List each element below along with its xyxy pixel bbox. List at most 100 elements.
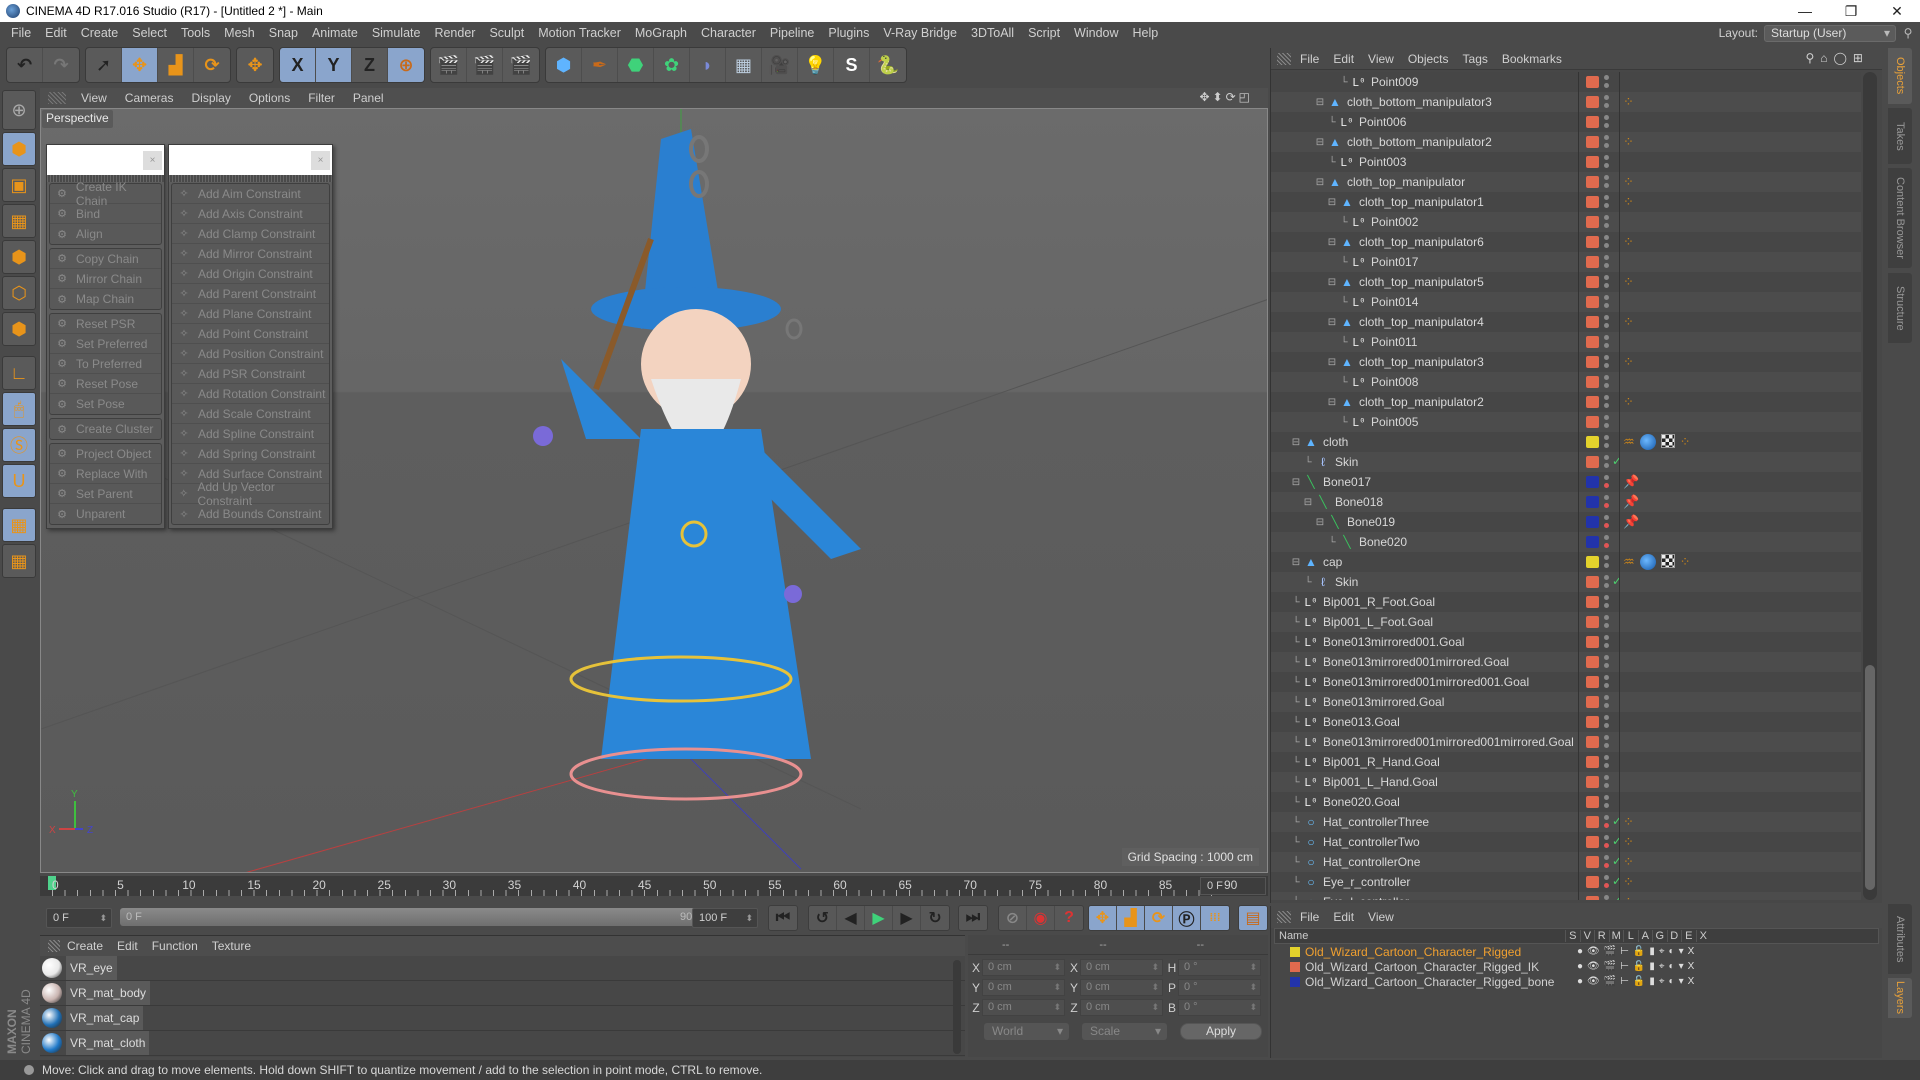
- menu-item-add-psr-constraint[interactable]: ✧ Add PSR Constraint: [172, 364, 329, 384]
- record-active-icon[interactable]: ◉: [1027, 906, 1055, 930]
- visible-icon[interactable]: 👁: [1587, 946, 1600, 957]
- ik-tag-icon[interactable]: ⁘: [1623, 234, 1634, 250]
- object-row[interactable]: └ L⁰ Point003: [1271, 152, 1861, 172]
- render-picture-viewer-icon[interactable]: 🎬: [467, 48, 503, 82]
- close-icon[interactable]: ×: [143, 151, 162, 170]
- size-y-field[interactable]: 0 cm: [1080, 979, 1163, 996]
- menu-mograph[interactable]: MoGraph: [628, 26, 694, 40]
- viewport-menu-filter[interactable]: Filter: [299, 91, 344, 105]
- workplane-icon[interactable]: ▦: [2, 204, 36, 238]
- layer-color-swatch[interactable]: [1586, 656, 1599, 668]
- floor-icon[interactable]: ▦: [726, 48, 762, 82]
- collapse-icon[interactable]: ⊟: [1327, 317, 1337, 328]
- uvw-tag-icon[interactable]: [1660, 554, 1675, 568]
- enabled-check-icon[interactable]: ✓: [1612, 874, 1622, 888]
- minimize-icon[interactable]: —: [1782, 0, 1828, 22]
- menu-mesh[interactable]: Mesh: [217, 26, 262, 40]
- pen-spline-icon[interactable]: ✒: [582, 48, 618, 82]
- object-row[interactable]: └ L⁰ Bone013mirrored.Goal: [1271, 692, 1861, 712]
- layer-color-swatch[interactable]: [1586, 876, 1599, 888]
- layer-color-swatch[interactable]: [1586, 136, 1599, 148]
- object-row[interactable]: └○ Eye_l_controller ✓⁘: [1271, 892, 1861, 900]
- menu-item-align[interactable]: ⚙ Align: [50, 224, 161, 244]
- menu-file[interactable]: File: [4, 26, 38, 40]
- palette-header[interactable]: ×: [47, 145, 164, 175]
- layer-color-swatch[interactable]: [1586, 796, 1599, 808]
- object-row[interactable]: └ ℓ Skin ✓: [1271, 452, 1861, 472]
- menu-item-replace-with[interactable]: ⚙ Replace With: [50, 464, 161, 484]
- menu-item-set-parent[interactable]: ⚙ Set Parent: [50, 484, 161, 504]
- menu-item-add-axis-constraint[interactable]: ✧ Add Axis Constraint: [172, 204, 329, 224]
- key-pla-icon[interactable]: ⁞⁞⁞: [1201, 906, 1229, 930]
- xref-icon[interactable]: X: [1688, 976, 1695, 987]
- object-row[interactable]: ⊟ ╲ Bone018 📌: [1271, 492, 1861, 512]
- model-mode-icon[interactable]: ⬢: [2, 132, 36, 166]
- expressions-icon[interactable]: ▾: [1679, 976, 1684, 987]
- layer-color-swatch[interactable]: [1586, 856, 1599, 868]
- ik-pin-tag-icon[interactable]: 📌: [1623, 474, 1639, 490]
- collapse-icon[interactable]: ⊟: [1315, 517, 1325, 528]
- material-item[interactable]: VR_mat_cloth: [40, 1031, 965, 1056]
- menu-item-copy-chain[interactable]: ⚙ Copy Chain: [50, 249, 161, 269]
- size-x-field[interactable]: 0 cm: [1080, 959, 1163, 976]
- size-z-field[interactable]: 0 cm: [1080, 999, 1163, 1016]
- render-icon[interactable]: 🎬: [1604, 946, 1616, 957]
- ik-pin-tag-icon[interactable]: 📌: [1623, 514, 1639, 530]
- visibility-toggle[interactable]: [1604, 195, 1609, 209]
- viewport-nav-controls[interactable]: ✥⬍⟳◰: [1190, 90, 1262, 104]
- layer-color-swatch[interactable]: [1586, 76, 1599, 88]
- material-menu-function[interactable]: Function: [145, 939, 205, 953]
- key-parameter-icon[interactable]: Ⓟ: [1173, 906, 1201, 930]
- collapse-icon[interactable]: ⊟: [1327, 197, 1337, 208]
- ik-tag-icon[interactable]: ⁘: [1623, 394, 1634, 410]
- collapse-icon[interactable]: ⊟: [1291, 437, 1301, 448]
- menu-item-add-mirror-constraint[interactable]: ✧ Add Mirror Constraint: [172, 244, 329, 264]
- visibility-toggle[interactable]: [1604, 575, 1609, 589]
- object-row[interactable]: ⊟ ▲ cloth_bottom_manipulator2 ⁘: [1271, 132, 1861, 152]
- layer-color-swatch[interactable]: [1586, 316, 1599, 328]
- menu-item-add-aim-constraint[interactable]: ✧ Add Aim Constraint: [172, 184, 329, 204]
- layer-color-swatch[interactable]: [1586, 436, 1599, 448]
- ik-tag-icon[interactable]: ⁘: [1623, 894, 1634, 900]
- layer-row[interactable]: Old_Wizard_Cartoon_Character_Rigged_bone…: [1274, 974, 1879, 989]
- previous-frame-icon[interactable]: ◀: [837, 906, 865, 930]
- layout-dropdown[interactable]: Startup (User): [1764, 24, 1896, 42]
- visibility-toggle[interactable]: [1604, 395, 1609, 409]
- vray-icon[interactable]: S: [834, 48, 870, 82]
- side-tab-takes[interactable]: Takes: [1888, 108, 1912, 164]
- object-menu-edit[interactable]: Edit: [1326, 52, 1361, 66]
- visibility-toggle[interactable]: [1604, 455, 1609, 469]
- render-icon[interactable]: 🎬: [1604, 976, 1616, 987]
- collapse-icon[interactable]: ⊟: [1291, 477, 1301, 488]
- visibility-toggle[interactable]: [1604, 235, 1609, 249]
- visibility-toggle[interactable]: [1604, 535, 1609, 549]
- panel-grip[interactable]: [1277, 911, 1291, 923]
- undo-icon[interactable]: ↶: [7, 48, 43, 82]
- panel-grip[interactable]: [1277, 52, 1291, 65]
- lock-icon[interactable]: 🔓: [1633, 976, 1645, 987]
- hand-goal-left[interactable]: [533, 426, 553, 446]
- preview-range-slider[interactable]: 0 F 90 F: [120, 908, 720, 926]
- layer-color-swatch[interactable]: [1586, 576, 1599, 588]
- layer-column-m[interactable]: M: [1608, 930, 1624, 942]
- render-view-icon[interactable]: 🎬: [431, 48, 467, 82]
- position-z-field[interactable]: 0 cm: [982, 999, 1065, 1016]
- side-tab-layers[interactable]: Layers: [1888, 978, 1912, 1018]
- layer-color-swatch[interactable]: [1586, 736, 1599, 748]
- collapse-icon[interactable]: ⊟: [1291, 557, 1301, 568]
- layer-color-swatch[interactable]: [1586, 456, 1599, 468]
- menu-render[interactable]: Render: [427, 26, 482, 40]
- material-tag-icon[interactable]: [1639, 434, 1656, 450]
- palette-header[interactable]: ×: [169, 145, 332, 175]
- menu-v-ray-bridge[interactable]: V-Ray Bridge: [876, 26, 964, 40]
- visibility-toggle[interactable]: [1604, 515, 1609, 529]
- coordinate-system-icon[interactable]: ⊕: [388, 48, 424, 82]
- object-row[interactable]: └ L⁰ Point002: [1271, 212, 1861, 232]
- visibility-toggle[interactable]: [1604, 255, 1609, 269]
- object-row[interactable]: └ L⁰ Bone013.Goal: [1271, 712, 1861, 732]
- layer-column-e[interactable]: E: [1681, 930, 1696, 942]
- visibility-toggle[interactable]: [1604, 615, 1609, 629]
- visible-icon[interactable]: 👁: [1587, 961, 1600, 972]
- z-axis-icon[interactable]: Z: [352, 48, 388, 82]
- visibility-toggle[interactable]: [1604, 155, 1609, 169]
